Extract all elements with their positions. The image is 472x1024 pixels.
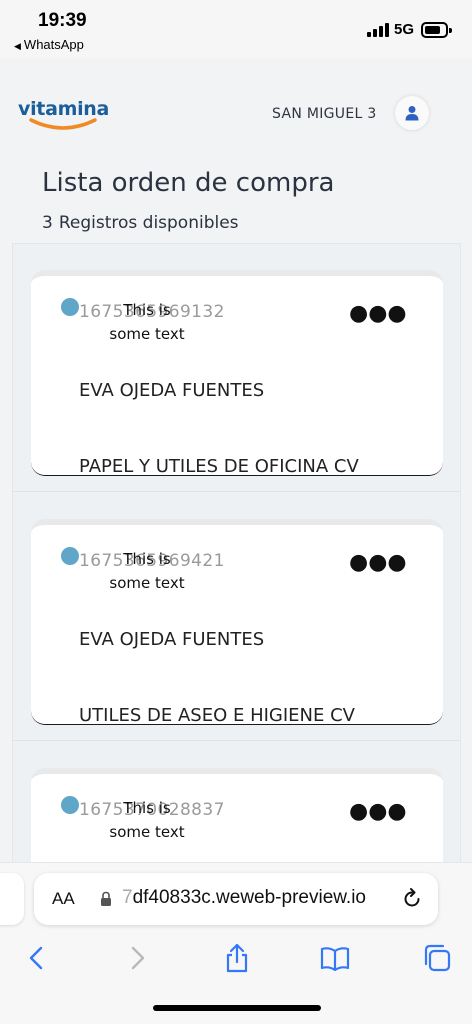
home-indicator [153,1005,321,1011]
back-chevron-icon[interactable] [22,943,52,973]
aa-label: AA [52,889,75,908]
status-dot-icon [61,547,79,565]
tabs-icon[interactable] [422,943,452,973]
back-to-app-link[interactable]: ◀ WhatsApp [14,37,84,52]
records-summary: 3 Registros disponibles [42,213,239,233]
signal-icon [367,23,389,37]
status-bar: 19:39 ◀ WhatsApp 5G [0,0,472,58]
vitamina-logo[interactable]: vitamina [18,98,110,138]
order-card[interactable]: 1675365969132 This is some text ●●● EVA O… [31,270,443,476]
status-dot-icon [61,796,79,814]
back-app-label: WhatsApp [23,37,84,52]
list-item: 1675365969132 This is some text ●●● EVA O… [13,244,460,492]
reader-settings-button[interactable]: AA [52,889,75,909]
more-options-icon[interactable]: ●●● [349,801,407,823]
user-profile-button[interactable] [395,96,429,130]
share-icon[interactable] [222,943,252,973]
placeholder-text: This is some text [109,799,185,841]
browser-toolbar [0,943,472,973]
order-requester: EVA OJEDA FUENTES [79,380,265,401]
url-text: 7df40833c.weweb-preview.io [122,887,366,908]
order-category: PAPEL Y UTILES DE OFICINA CV [79,456,359,476]
back-arrow-icon: ◀ [14,41,21,51]
order-requester: EVA OJEDA FUENTES [79,629,265,650]
network-label: 5G [394,21,415,38]
logo-text: vitamina [18,98,110,120]
logo-smile-icon [29,118,97,130]
placeholder-text: This is some text [109,550,185,592]
more-options-icon[interactable]: ●●● [349,303,407,325]
forward-chevron-icon[interactable] [122,943,152,973]
order-list[interactable]: 1675365969132 This is some text ●●● EVA O… [12,243,461,883]
app-header: vitamina SAN MIGUEL 3 [0,58,472,168]
placeholder-text: This is some text [109,301,185,343]
address-bar[interactable]: AA 7df40833c.weweb-preview.io [34,873,438,925]
previous-tab-preview[interactable] [0,873,24,925]
status-time: 19:39 [38,10,87,31]
user-icon [405,106,419,121]
reload-icon[interactable] [400,887,424,911]
browser-bottom-bar: AA 7df40833c.weweb-preview.io [0,862,472,1024]
more-options-icon[interactable]: ●●● [349,552,407,574]
page-title: Lista orden de compra [42,168,335,198]
url-value: df40833c.weweb-preview.io [132,887,366,908]
records-label: Registros disponibles [58,213,239,233]
list-item: 1675365969421 This is some text ●●● EVA O… [13,493,460,741]
order-card[interactable]: 1675365969421 This is some text ●●● EVA O… [31,519,443,725]
battery-icon [421,22,452,38]
status-dot-icon [61,298,79,316]
location-label[interactable]: SAN MIGUEL 3 [272,106,377,122]
bookmarks-icon[interactable] [320,943,350,973]
records-count: 3 [42,213,53,233]
order-category: UTILES DE ASEO E HIGIENE CV [79,705,355,725]
lock-icon [101,891,111,906]
battery-level [425,26,440,34]
